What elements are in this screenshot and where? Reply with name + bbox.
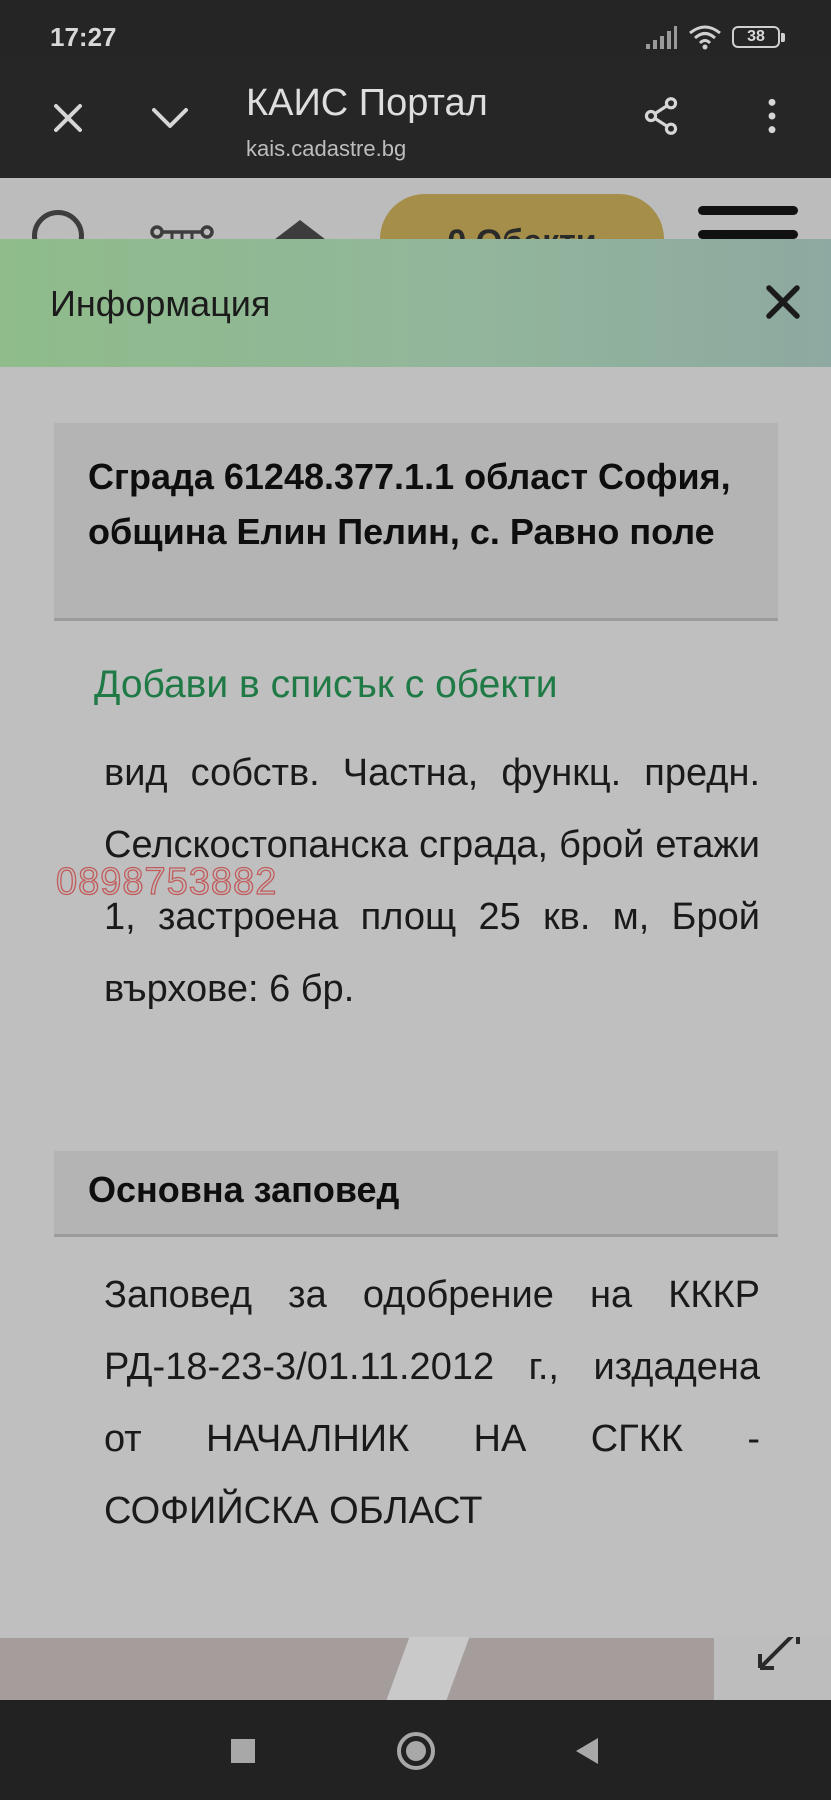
menu-icon[interactable] <box>698 206 798 215</box>
building-title-section: Сграда 61248.377.1.1 област София, общин… <box>54 423 778 621</box>
home-icon[interactable] <box>395 1730 437 1772</box>
status-bar: 17:27 38 <box>0 0 831 58</box>
watermark-phone: 0898753882 <box>55 860 278 903</box>
share-icon[interactable] <box>641 96 681 136</box>
browser-header: КАИС Портал kais.cadastre.bg <box>0 58 831 178</box>
signal-icon <box>646 26 677 49</box>
status-time: 17:27 <box>50 22 117 52</box>
more-icon[interactable] <box>752 96 792 136</box>
menu-icon-bar <box>698 230 798 239</box>
order-text: Заповед за одобрение на КККР РД-18-23-3/… <box>104 1274 760 1532</box>
wifi-icon <box>689 25 721 50</box>
battery-icon: 38 <box>732 26 785 48</box>
chevron-down-icon[interactable] <box>150 98 190 138</box>
info-panel-title: Информация <box>50 283 271 324</box>
add-to-list-link[interactable]: Добави в списък с обекти <box>94 663 558 707</box>
close-icon[interactable] <box>48 98 88 138</box>
navigation-bar <box>0 1700 831 1800</box>
close-icon[interactable] <box>764 283 802 321</box>
building-title: Сграда 61248.377.1.1 област София, общин… <box>88 456 731 552</box>
info-panel-header: Информация <box>0 239 831 367</box>
info-panel-body: Сграда 61248.377.1.1 област София, общин… <box>0 367 831 1637</box>
order-section-header: Основна заповед <box>54 1151 778 1237</box>
recents-icon[interactable] <box>230 1738 256 1764</box>
page-url: kais.cadastre.bg <box>246 136 407 161</box>
order-section-title: Основна заповед <box>88 1169 400 1210</box>
page-title: КАИС Портал <box>246 82 488 124</box>
back-icon[interactable] <box>572 1736 600 1766</box>
